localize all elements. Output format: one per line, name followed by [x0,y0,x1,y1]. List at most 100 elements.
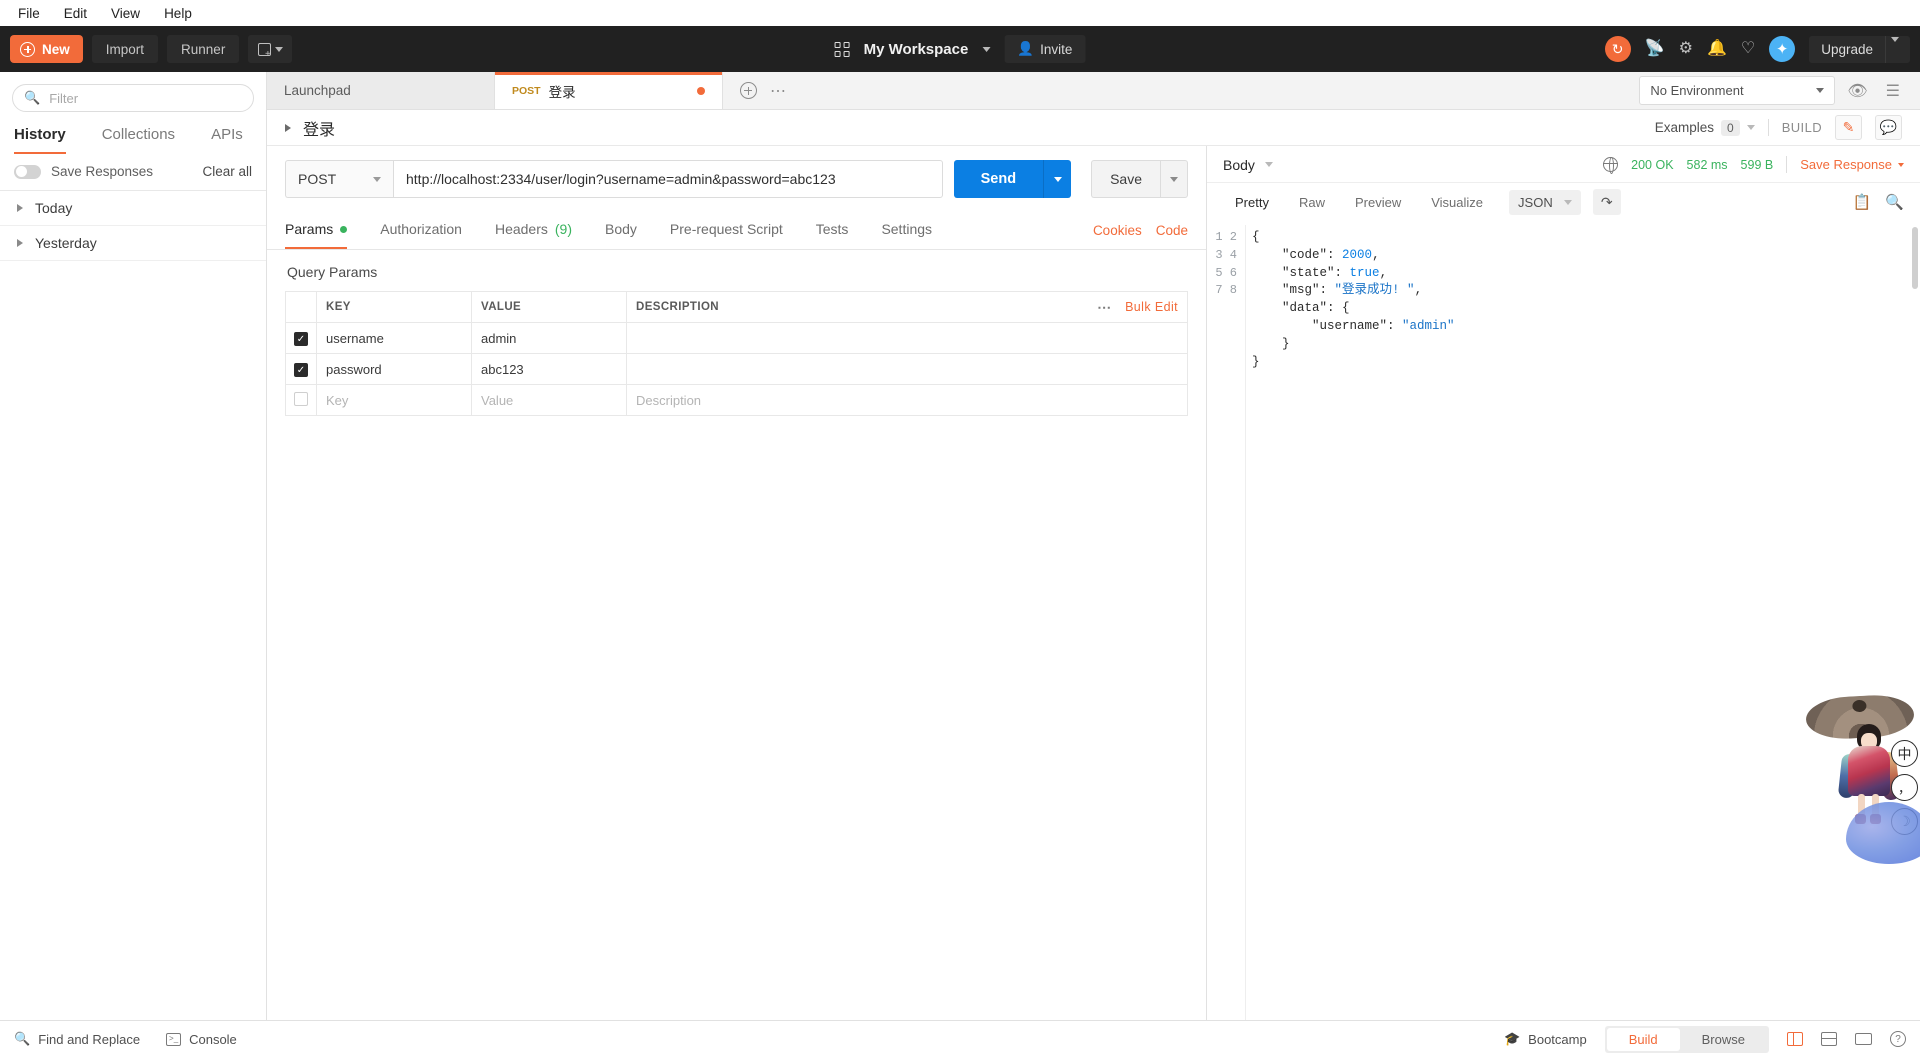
browse-mode-button[interactable]: Browse [1680,1028,1767,1051]
method-select[interactable]: POST [285,160,393,198]
workspace-selector[interactable]: My Workspace 👤 Invite [834,35,1086,63]
params-more-button[interactable]: ⋯ [1097,299,1113,316]
request-tab-settings[interactable]: Settings [881,211,932,249]
response-scrollbar[interactable] [1912,227,1918,289]
save-dropdown-button[interactable] [1160,160,1188,198]
menu-view[interactable]: View [101,4,150,23]
tab-label: Settings [881,221,933,237]
gear-icon[interactable]: ⚙ [1679,41,1693,57]
column-key: KEY [316,291,472,323]
wrap-lines-icon[interactable]: ↷ [1592,189,1621,215]
chevron-down-icon [1816,88,1825,93]
response-tab-visualize[interactable]: Visualize [1419,190,1495,215]
import-button[interactable]: Import [91,35,159,63]
row-checkbox-cell: ✓ [285,322,317,354]
table-row-empty[interactable]: Key Value Description [285,384,1188,416]
examples-button[interactable]: Examples 0 [1655,119,1755,136]
sidebar-tab-apis[interactable]: APIs [211,120,243,154]
code-link[interactable]: Code [1156,213,1188,248]
two-pane-horizontal-layout-icon[interactable] [1821,1032,1837,1046]
bulk-edit-button[interactable]: Bulk Edit [1125,300,1178,314]
console-button[interactable]: >_ Console [166,1032,237,1047]
response-body-viewer: 1 2 3 4 5 6 7 8 { "code": 2000, "state":… [1207,221,1920,1020]
menu-file[interactable]: File [8,4,50,23]
row-value[interactable]: abc123 [471,353,627,385]
save-button[interactable]: Save [1091,160,1160,198]
history-group-yesterday[interactable]: Yesterday [0,226,266,261]
url-input[interactable]: http://localhost:2334/user/login?usernam… [393,160,943,198]
new-key-input[interactable]: Key [316,384,472,416]
search-input[interactable]: 🔍 Filter [12,84,254,112]
sliders-icon[interactable]: ☰ [1880,77,1906,105]
cookies-link[interactable]: Cookies [1093,213,1142,248]
help-icon[interactable]: ? [1890,1031,1906,1047]
request-tab-body[interactable]: Body [605,211,637,249]
table-row[interactable]: ✓ password abc123 [285,353,1188,385]
new-value-input[interactable]: Value [471,384,627,416]
response-tab-preview[interactable]: Preview [1343,190,1413,215]
send-button[interactable]: Send [953,160,1044,198]
request-tab-tests[interactable]: Tests [816,211,849,249]
grid-icon [834,41,850,57]
new-button[interactable]: New [10,35,83,63]
comment-icon[interactable]: 💬 [1875,115,1902,140]
bootcamp-button[interactable]: 🎓 Bootcamp [1504,1031,1587,1047]
table-row[interactable]: ✓ username admin [285,322,1188,354]
save-response-label: Save Response [1800,157,1892,172]
sidebar-tab-collections[interactable]: Collections [102,120,175,154]
menu-help[interactable]: Help [154,4,202,23]
request-tab-authorization[interactable]: Authorization [380,211,462,249]
keyboard-shortcuts-icon[interactable] [1855,1033,1872,1045]
build-mode-button[interactable]: Build [1606,1027,1680,1051]
request-tab-prerequest-script[interactable]: Pre-request Script [670,211,783,249]
response-tab-raw[interactable]: Raw [1287,190,1337,215]
request-tab-headers[interactable]: Headers (9) [495,211,572,249]
new-window-button[interactable] [248,35,293,63]
runner-button[interactable]: Runner [167,35,240,63]
find-and-replace-button[interactable]: 🔍 Find and Replace [14,1031,140,1047]
row-key[interactable]: username [316,322,472,354]
sidebar-tab-history[interactable]: History [14,120,66,154]
upgrade-dropdown-button[interactable] [1885,35,1910,63]
checkbox-checked-icon[interactable]: ✓ [294,363,308,378]
tab-options-button[interactable]: ⋯ [765,78,791,104]
tab-login-request[interactable]: POST 登录 [495,72,723,109]
new-description-input[interactable]: Description [626,384,1188,416]
bell-icon[interactable]: 🔔 [1707,41,1727,57]
save-response-button[interactable]: Save Response [1800,157,1904,172]
two-pane-vertical-layout-icon[interactable] [1787,1032,1803,1046]
save-responses-toggle[interactable] [14,164,41,179]
send-dropdown-button[interactable] [1043,160,1072,198]
tab-launchpad[interactable]: Launchpad [267,72,495,109]
chevron-right-icon[interactable] [285,123,291,132]
new-tab-button[interactable] [735,78,761,104]
request-tab-params[interactable]: Params [285,211,348,249]
search-icon[interactable]: 🔍 [1885,193,1904,211]
menu-edit[interactable]: Edit [54,4,97,23]
upgrade-button[interactable]: Upgrade [1809,36,1885,63]
invite-button[interactable]: 👤 Invite [1004,35,1086,63]
history-group-today[interactable]: Today [0,191,266,226]
row-description[interactable] [626,353,1188,385]
clear-all-button[interactable]: Clear all [202,164,252,179]
tab-label: Params [285,221,334,237]
checkbox-checked-icon[interactable]: ✓ [294,332,308,347]
edit-pencil-icon[interactable]: ✎ [1835,115,1862,140]
environment-value: No Environment [1650,83,1744,98]
heart-icon[interactable]: ♡ [1741,41,1755,57]
avatar[interactable]: ✦ [1769,36,1796,62]
sync-icon[interactable]: ↻ [1604,36,1631,62]
response-tab-pretty[interactable]: Pretty [1223,190,1281,215]
copy-icon[interactable]: 📋 [1853,193,1872,211]
response-format-select[interactable]: JSON [1509,189,1581,215]
response-body-code[interactable]: { "code": 2000, "state": true, "msg": "登… [1245,225,1920,1020]
eye-icon[interactable]: 👁 [1841,77,1873,105]
chevron-down-icon[interactable] [1264,162,1273,167]
satellite-icon[interactable]: 📡 [1645,41,1665,57]
checkbox-unchecked-icon[interactable] [294,391,308,406]
row-key[interactable]: password [316,353,472,385]
headers-count: (9) [554,221,572,237]
environment-select[interactable]: No Environment [1639,76,1836,105]
row-value[interactable]: admin [471,322,627,354]
row-description[interactable] [626,322,1188,354]
